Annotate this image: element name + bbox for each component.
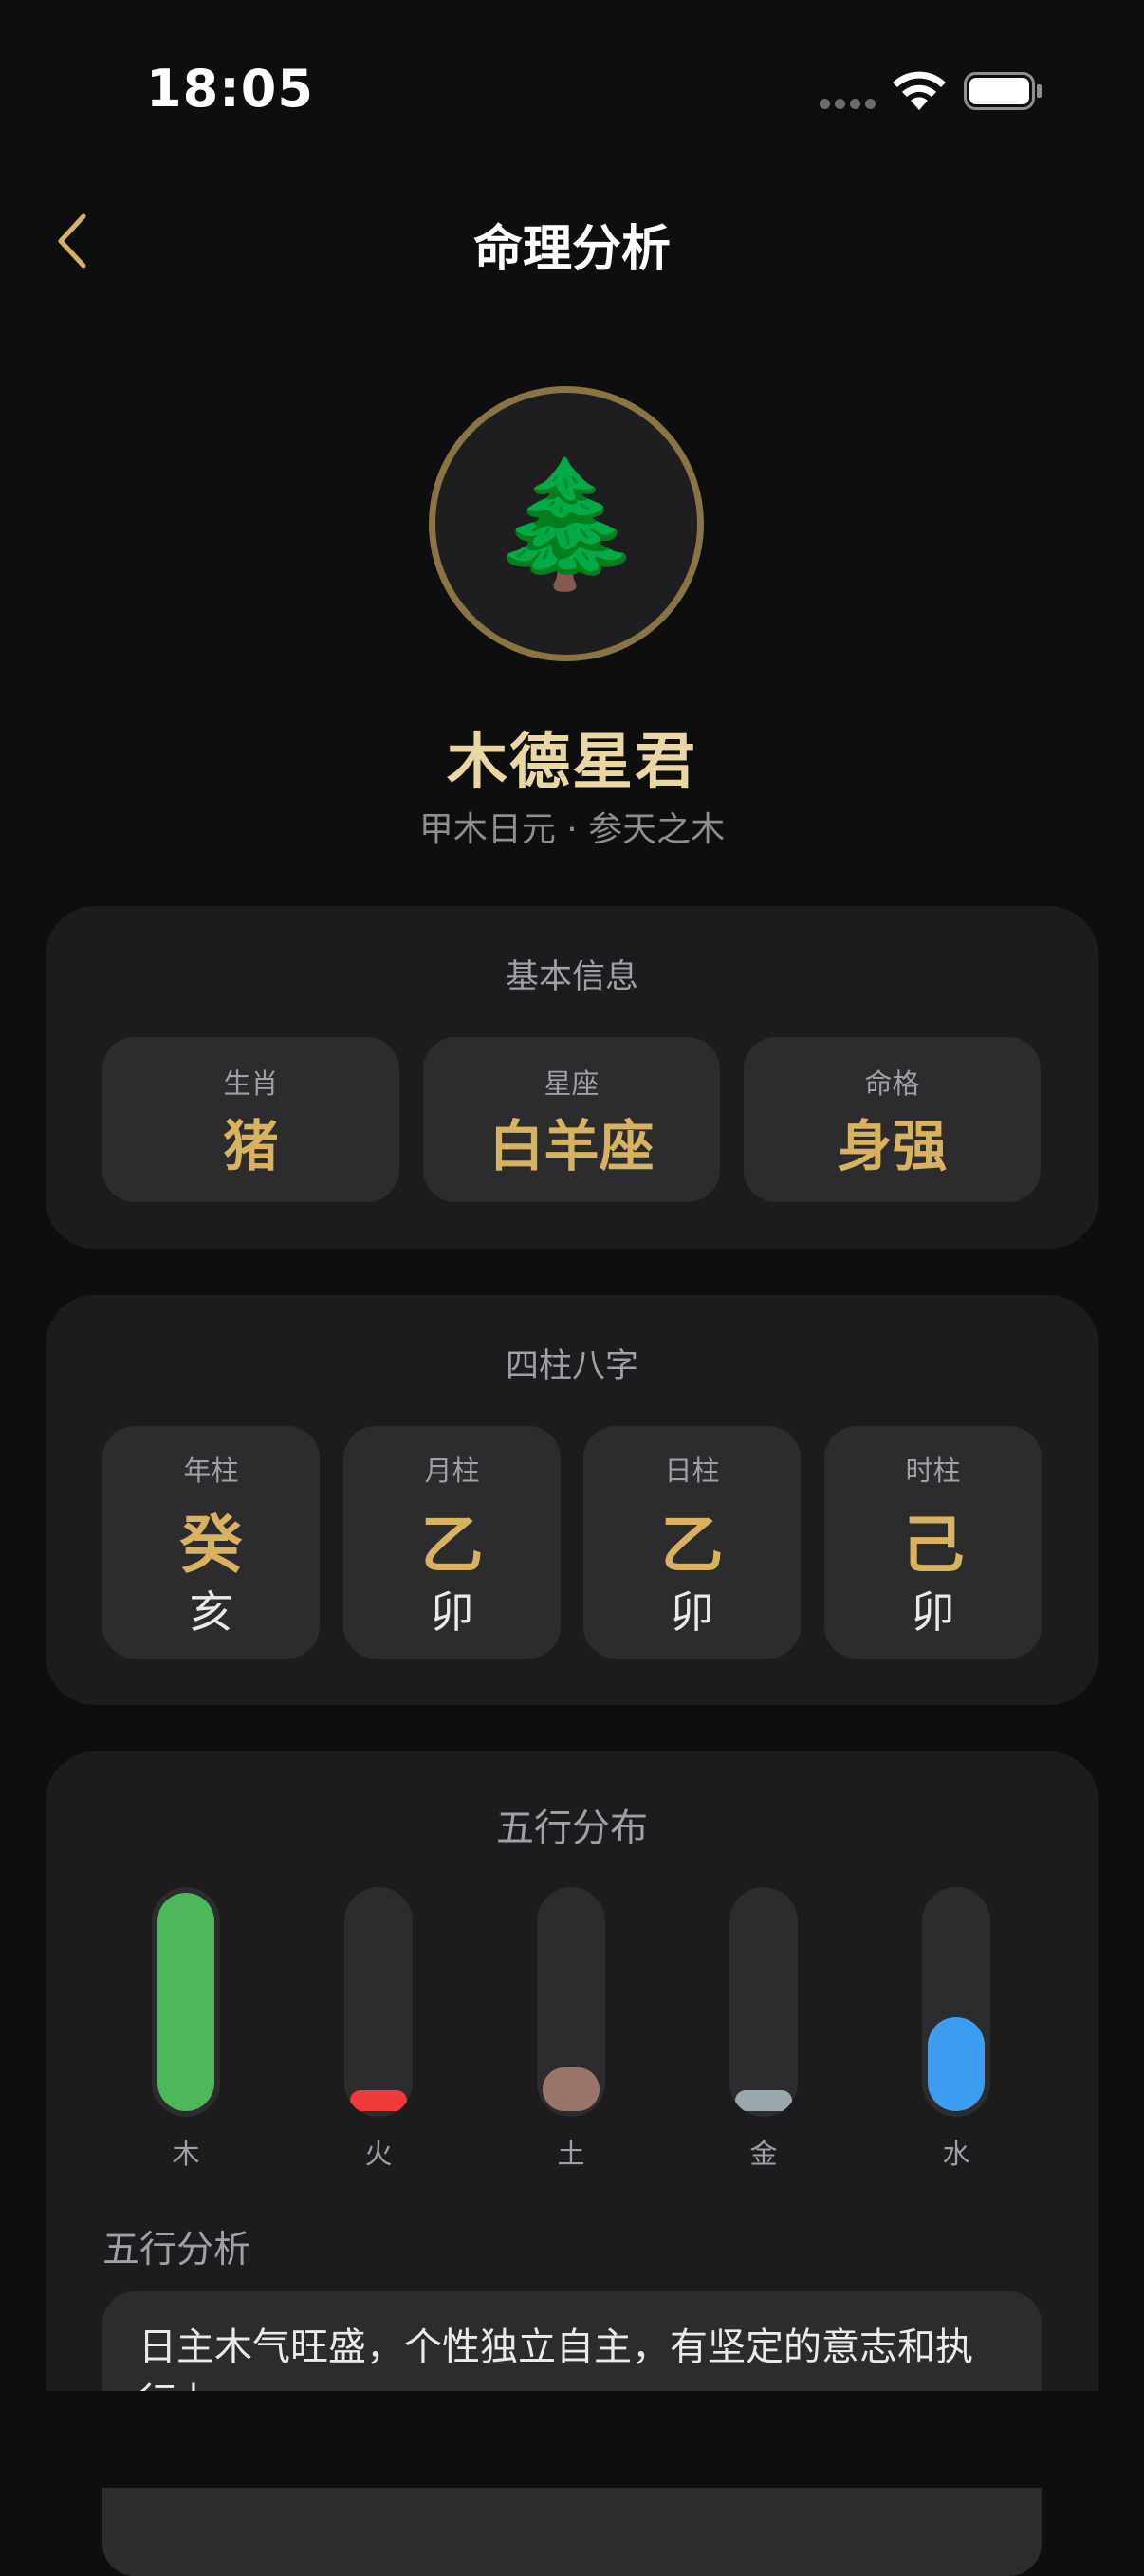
pillar-label: 年柱 — [183, 1455, 239, 1487]
profile-name: 木德星君 — [447, 728, 697, 798]
bar-fill — [157, 1893, 214, 2111]
four-pillars-card: 四柱八字 年柱 癸 亥 月柱 乙 卯 日柱 乙 卯 时柱 己 卯 — [46, 1295, 1098, 1705]
pillar-label: 月柱 — [424, 1455, 480, 1487]
analysis-heading: 五行分析 — [102, 2229, 251, 2271]
bar-label: 金 — [749, 2138, 778, 2170]
bar-track — [344, 1887, 413, 2117]
bar-fill — [350, 2090, 407, 2111]
four-pillars-title: 四柱八字 — [505, 1347, 638, 1385]
basic-info-card: 基本信息 生肖 猪 星座 白羊座 命格 身强 — [46, 906, 1098, 1249]
five-elements-title: 五行分布 — [496, 1807, 648, 1850]
bar-label: 火 — [364, 2138, 393, 2170]
signal-dots-icon — [820, 99, 876, 109]
bottom-fade — [0, 2391, 1144, 2488]
pillar-label: 日柱 — [664, 1455, 720, 1487]
pillar-label: 时柱 — [905, 1455, 961, 1487]
tile-label: 命格 — [864, 1067, 920, 1100]
tile-value: 身强 — [837, 1114, 948, 1178]
avatar: 🌲 — [429, 386, 704, 661]
bar-track — [537, 1887, 605, 2117]
bar-label: 土 — [557, 2138, 585, 2170]
pillar-hour: 时柱 己 卯 — [824, 1426, 1042, 1659]
pillar-stem: 乙 — [660, 1509, 724, 1582]
battery-icon — [964, 72, 1042, 110]
pillar-branch: 卯 — [670, 1586, 714, 1638]
pillar-stem: 癸 — [179, 1509, 243, 1582]
bar-fill — [543, 2067, 600, 2111]
status-time: 18:05 — [146, 59, 314, 119]
page-title: 命理分析 — [472, 221, 671, 278]
tile-value: 猪 — [223, 1114, 279, 1178]
wifi-icon — [893, 71, 946, 110]
pillar-branch: 卯 — [430, 1586, 474, 1638]
pillar-stem: 乙 — [420, 1509, 484, 1582]
tile-label: 星座 — [544, 1067, 600, 1100]
basic-info-tile-zodiac: 生肖 猪 — [102, 1037, 399, 1202]
bar-fill — [735, 2090, 792, 2111]
basic-info-tile-destiny: 命格 身强 — [744, 1037, 1041, 1202]
tile-label: 生肖 — [223, 1067, 279, 1100]
nav-bar: 命理分析 — [0, 180, 1144, 304]
tree-icon: 🌲 — [489, 452, 643, 596]
tile-value: 白羊座 — [489, 1114, 655, 1178]
bar-track — [922, 1887, 990, 2117]
profile-subtitle: 甲木日元 · 参天之木 — [418, 810, 726, 849]
bar-label: 水 — [942, 2138, 970, 2170]
bar-fill — [928, 2017, 985, 2111]
pillar-stem: 己 — [901, 1509, 965, 1582]
pillar-year: 年柱 癸 亥 — [102, 1426, 320, 1659]
pillar-branch: 卯 — [911, 1586, 955, 1638]
pillar-day: 日柱 乙 卯 — [583, 1426, 801, 1659]
bar-track — [152, 1887, 220, 2117]
basic-info-title: 基本信息 — [505, 958, 638, 996]
bar-track — [729, 1887, 798, 2117]
pillar-branch: 亥 — [189, 1586, 233, 1638]
status-bar: 18:05 — [0, 0, 1144, 180]
basic-info-tile-constellation: 星座 白羊座 — [423, 1037, 720, 1202]
pillar-month: 月柱 乙 卯 — [343, 1426, 561, 1659]
bar-label: 木 — [172, 2138, 200, 2170]
